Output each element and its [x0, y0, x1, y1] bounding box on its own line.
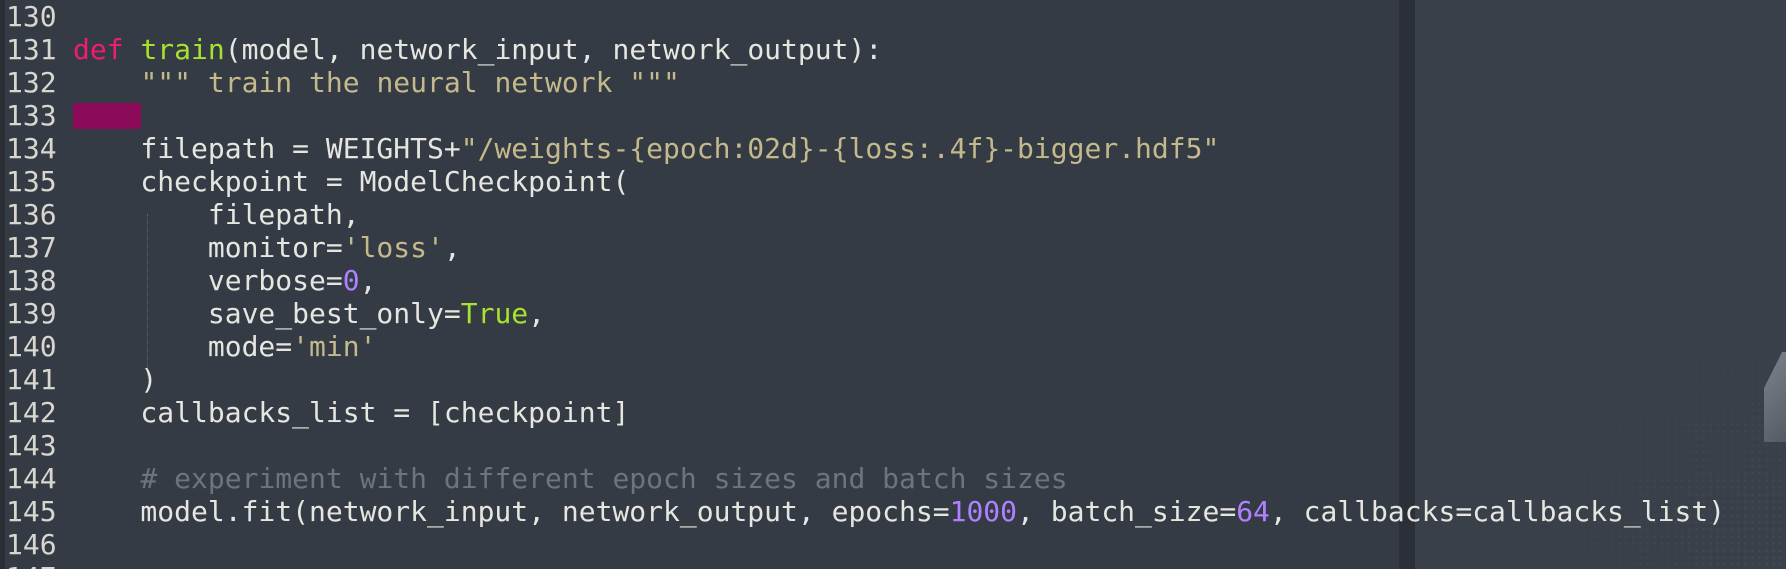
code-line[interactable]: 135 checkpoint = ModelCheckpoint(	[0, 165, 1786, 198]
code-line[interactable]: 133	[0, 99, 1786, 132]
code-editor[interactable]: 130 131 def train(model, network_input, ne…	[0, 0, 1786, 569]
code-line[interactable]: 147	[0, 561, 1786, 569]
code-line[interactable]: 138 verbose=0,	[0, 264, 1786, 297]
line-number: 136	[6, 198, 57, 231]
line-number: 138	[6, 264, 57, 297]
code-token: )	[73, 363, 158, 396]
line-number: 135	[6, 165, 57, 198]
code-token: , callbacks=callbacks_list)	[1269, 495, 1726, 528]
code-text[interactable]: mode='min'	[73, 330, 377, 363]
text-cursor	[73, 103, 141, 129]
code-token: 64	[1236, 495, 1270, 528]
code-token: , batch_size=	[1017, 495, 1237, 528]
code-token: ,	[443, 231, 461, 264]
line-number: 139	[6, 297, 57, 330]
code-line[interactable]: 134 filepath = WEIGHTS+"/weights-{epoch:…	[0, 132, 1786, 165]
code-text[interactable]: filepath = WEIGHTS+"/weights-{epoch:02d}…	[73, 132, 1219, 165]
line-number: 146	[6, 528, 57, 561]
code-token: checkpoint = ModelCheckpoint(	[73, 165, 630, 198]
code-token: def	[73, 33, 124, 66]
code-text[interactable]: model.fit(network_input, network_output,…	[73, 495, 1725, 528]
code-token: (model, network_input, network_output):	[224, 33, 883, 66]
code-token: save_best_only=	[73, 297, 461, 330]
code-token: verbose=	[73, 264, 343, 297]
code-token: train	[140, 33, 225, 66]
code-text[interactable]: def train(model, network_input, network_…	[73, 33, 882, 66]
code-token: 0	[342, 264, 360, 297]
code-text[interactable]: verbose=0,	[73, 264, 377, 297]
code-lines[interactable]: 130 131 def train(model, network_input, ne…	[0, 0, 1786, 569]
code-line[interactable]: 136 filepath,	[0, 198, 1786, 231]
line-number: 130	[6, 0, 57, 33]
code-token: callbacks_list = [checkpoint]	[73, 396, 630, 429]
line-number: 131	[6, 33, 57, 66]
code-line[interactable]: 130	[0, 0, 1786, 33]
line-number: 145	[6, 495, 57, 528]
code-text[interactable]: )	[73, 363, 157, 396]
line-number: 142	[6, 396, 57, 429]
code-line[interactable]: 144 # experiment with different epoch si…	[0, 462, 1786, 495]
code-line[interactable]: 141 )	[0, 363, 1786, 396]
code-token: 'min'	[292, 330, 377, 363]
code-line[interactable]: 143	[0, 429, 1786, 462]
line-number: 147	[6, 561, 57, 569]
code-token: # experiment with different epoch sizes …	[140, 462, 1068, 495]
code-line[interactable]: 132 """ train the neural network """	[0, 66, 1786, 99]
line-number: 143	[6, 429, 57, 462]
code-token: 1000	[949, 495, 1018, 528]
code-text[interactable]: monitor='loss',	[73, 231, 461, 264]
code-token: mode=	[73, 330, 293, 363]
code-token: model.fit(network_input, network_output,…	[73, 495, 950, 528]
code-line[interactable]: 142 callbacks_list = [checkpoint]	[0, 396, 1786, 429]
line-number: 137	[6, 231, 57, 264]
line-number: 132	[6, 66, 57, 99]
line-number: 141	[6, 363, 57, 396]
code-line[interactable]: 137 monitor='loss',	[0, 231, 1786, 264]
code-line[interactable]: 145 model.fit(network_input, network_out…	[0, 495, 1786, 528]
code-token: filepath,	[73, 198, 360, 231]
code-token: ,	[359, 264, 377, 297]
code-text[interactable]: # experiment with different epoch sizes …	[73, 462, 1068, 495]
code-text[interactable]: save_best_only=True,	[73, 297, 545, 330]
line-number: 134	[6, 132, 57, 165]
code-token: ,	[528, 297, 546, 330]
code-text[interactable]: callbacks_list = [checkpoint]	[73, 396, 629, 429]
code-token: filepath = WEIGHTS+	[73, 132, 461, 165]
code-line[interactable]: 146	[0, 528, 1786, 561]
code-line[interactable]: 139 save_best_only=True,	[0, 297, 1786, 330]
code-line[interactable]: 140 mode='min'	[0, 330, 1786, 363]
code-text[interactable]: filepath,	[73, 198, 360, 231]
line-number: 133	[6, 99, 57, 132]
code-token: "/weights-{epoch:02d}-{loss:.4f}-bigger.…	[460, 132, 1220, 165]
code-token: True	[460, 297, 529, 330]
code-text[interactable]: """ train the neural network """	[73, 66, 680, 99]
code-token: 'loss'	[342, 231, 444, 264]
code-token: monitor=	[73, 231, 343, 264]
line-number: 144	[6, 462, 57, 495]
code-token: """ train the neural network """	[140, 66, 680, 99]
line-number: 140	[6, 330, 57, 363]
code-text[interactable]: checkpoint = ModelCheckpoint(	[73, 165, 629, 198]
code-line[interactable]: 131 def train(model, network_input, netwo…	[0, 33, 1786, 66]
